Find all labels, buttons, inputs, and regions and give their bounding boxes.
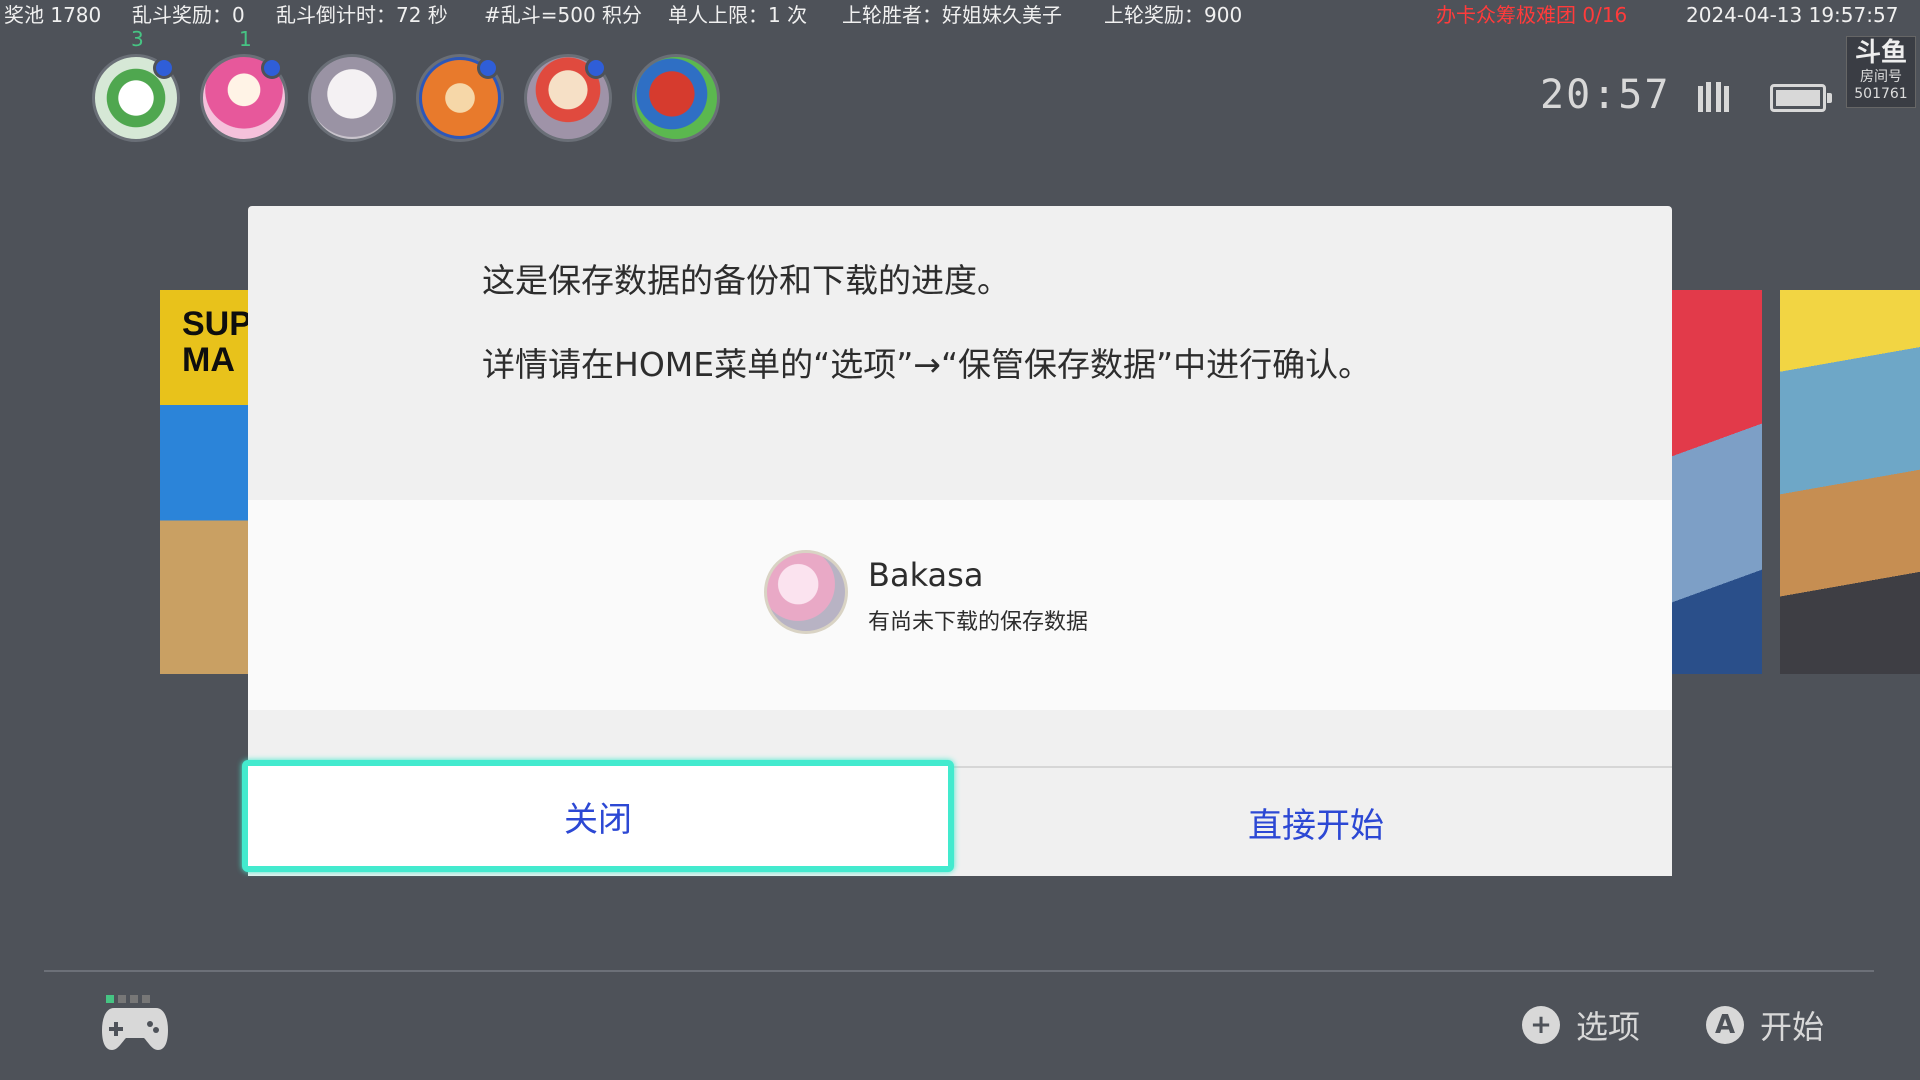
room-badge: 斗鱼 房间号 501761 bbox=[1846, 36, 1916, 108]
options-label: 选项 bbox=[1576, 1008, 1641, 1046]
last-reward-text: 上轮奖励：900 bbox=[1104, 3, 1243, 27]
user-avatar-yoshi-egg[interactable]: 3 bbox=[92, 27, 180, 142]
start-directly-button[interactable]: 直接开始 bbox=[960, 768, 1672, 876]
online-dot-icon bbox=[153, 57, 175, 79]
dialog-button-row: 直接开始 关闭 bbox=[242, 760, 1672, 876]
start-label: 开始 bbox=[1760, 1008, 1825, 1046]
close-button[interactable]: 关闭 bbox=[242, 760, 954, 872]
user-avatar bbox=[764, 550, 848, 634]
user-avatar-anime-white-hair[interactable] bbox=[308, 54, 396, 142]
douyu-logo: 斗鱼 bbox=[1854, 38, 1907, 68]
prize-pool-text: 奖池 1780 bbox=[4, 3, 102, 27]
game-tile-super-mario[interactable]: SUP MA bbox=[160, 290, 252, 674]
save-data-dialog: 这是保存数据的备份和下载的进度。 详情请在HOME菜单的“选项”→“保管保存数据… bbox=[242, 206, 1672, 876]
last-winner-text: 上轮胜者：好姐妹久美子 bbox=[842, 3, 1062, 27]
room-number: 501761 bbox=[1854, 86, 1908, 102]
dialog-message-line2: 详情请在HOME菜单的“选项”→“保管保存数据”中进行确认。 bbox=[482, 345, 1372, 384]
dialog-message-line1: 这是保存数据的备份和下载的进度。 bbox=[482, 261, 1010, 300]
game-tile-right-2[interactable] bbox=[1780, 290, 1920, 674]
clock-text: 20:57 bbox=[1540, 72, 1671, 118]
user-avatar-captain-toad[interactable] bbox=[524, 54, 612, 142]
online-dot-icon bbox=[261, 57, 283, 79]
start-hint[interactable]: A 开始 bbox=[1706, 1002, 1824, 1048]
datetime-text: 2024-04-13 19:57:57 bbox=[1686, 3, 1899, 27]
user-count: 3 bbox=[131, 27, 144, 51]
brawl-points-text: #乱斗=500 积分 bbox=[484, 3, 643, 27]
online-dot-icon bbox=[585, 57, 607, 79]
user-avatar-waddle-dee[interactable] bbox=[416, 54, 504, 142]
room-label: 房间号 bbox=[1860, 69, 1902, 85]
card-campaign-text: 办卡众筹极难团 0/16 bbox=[1436, 3, 1628, 27]
user-name: Bakasa bbox=[868, 556, 984, 594]
user-save-status: 有尚未下载的保存数据 bbox=[868, 610, 1089, 635]
a-button-icon: A bbox=[1706, 1006, 1744, 1044]
brawl-countdown-text: 乱斗倒计时：72 秒 bbox=[276, 3, 448, 27]
wifi-signal-icon bbox=[1698, 82, 1729, 112]
battery-icon bbox=[1770, 84, 1832, 112]
controller-icon[interactable] bbox=[100, 1000, 170, 1056]
online-dot-icon bbox=[477, 57, 499, 79]
user-avatar-mario-yoshi[interactable] bbox=[632, 54, 720, 142]
game-tile-right-1[interactable] bbox=[1670, 290, 1762, 674]
plus-button-icon: + bbox=[1522, 1006, 1560, 1044]
user-count: 1 bbox=[239, 27, 252, 51]
user-save-panel: Bakasa 有尚未下载的保存数据 bbox=[248, 500, 1672, 710]
footer-divider bbox=[44, 970, 1874, 972]
stream-overlay-bar: 奖池 1780 乱斗奖励：0 乱斗倒计时：72 秒 #乱斗=500 积分 单人上… bbox=[0, 0, 1920, 30]
per-person-limit-text: 单人上限：1 次 bbox=[668, 3, 808, 27]
user-avatar-toadette[interactable]: 1 bbox=[200, 27, 288, 142]
brawl-reward-text: 乱斗奖励：0 bbox=[132, 3, 245, 27]
options-hint[interactable]: + 选项 bbox=[1522, 1002, 1640, 1048]
game-tile-title: SUP MA bbox=[182, 305, 252, 379]
